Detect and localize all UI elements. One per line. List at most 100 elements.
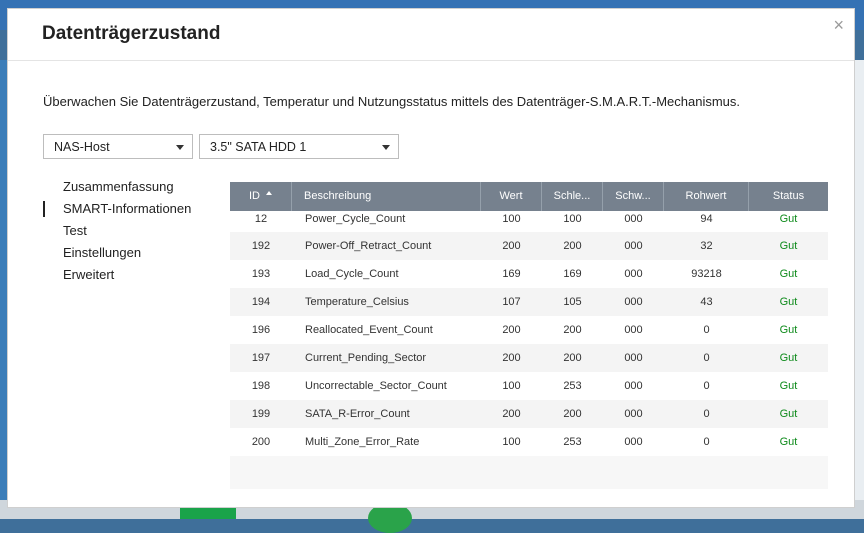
column-header-label: Schw...	[615, 190, 651, 202]
nav-item-test[interactable]: Test	[43, 223, 191, 245]
chevron-down-icon	[382, 145, 390, 150]
disk-select-value: 3.5" SATA HDD 1	[210, 140, 307, 154]
cell-schwelle: 000	[624, 296, 643, 308]
column-header-beschreibung[interactable]: Beschreibung	[292, 182, 481, 211]
column-header-label: Status	[772, 190, 805, 202]
column-header-label: ID	[249, 190, 260, 202]
cell-rohwert: 0	[703, 436, 710, 448]
cell-id: 192	[251, 240, 271, 252]
cell-id: 196	[251, 324, 271, 336]
chevron-down-icon	[176, 145, 184, 150]
cell-beschreibung: SATA_R-Error_Count	[305, 408, 410, 420]
nav-item-zusammenfassung[interactable]: Zusammenfassung	[43, 179, 191, 201]
host-select[interactable]: NAS-Host	[43, 134, 193, 159]
cell-beschreibung: Uncorrectable_Sector_Count	[305, 380, 447, 392]
cell-wert: 200	[502, 408, 521, 420]
smart-table: ID Beschreibung Wert Schle... Schw... Rohwert…	[230, 182, 828, 489]
cell-beschreibung: Power-Off_Retract_Count	[305, 240, 432, 252]
cell-rohwert: 93218	[691, 268, 722, 280]
cell-rohwert: 0	[703, 352, 710, 364]
table-row[interactable]: 196 Reallocated_Event_Count 200 200 000 0 Gut	[230, 316, 828, 344]
cell-wert: 100	[502, 436, 521, 448]
cell-id: 194	[251, 296, 271, 308]
cell-schwelle: 000	[624, 380, 643, 392]
cell-wert: 107	[502, 296, 521, 308]
table-header: ID Beschreibung Wert Schle... Schw... Rohwert…	[230, 182, 828, 211]
cell-status: Gut	[779, 296, 798, 308]
column-header-rohwert[interactable]: Rohwert	[664, 182, 749, 211]
cell-rohwert: 32	[700, 240, 713, 252]
column-header-status[interactable]: Status	[749, 182, 828, 211]
cell-rohwert: 0	[703, 408, 710, 420]
table-row[interactable]: 193 Load_Cycle_Count 169 169 000 93218 Gut	[230, 260, 828, 288]
cell-wert: 200	[502, 324, 521, 336]
cell-wert: 169	[502, 268, 521, 280]
cell-beschreibung: Current_Pending_Sector	[305, 352, 427, 364]
cell-id: 193	[251, 268, 271, 280]
cell-status: Gut	[779, 380, 798, 392]
cell-schwelle: 000	[624, 352, 643, 364]
cell-schwelle-max: 169	[563, 268, 582, 280]
cell-rohwert: 0	[703, 324, 710, 336]
cell-beschreibung: Reallocated_Event_Count	[305, 324, 433, 336]
nav-item-einstellungen[interactable]: Einstellungen	[43, 245, 191, 267]
sort-ascending-icon	[266, 191, 272, 195]
cell-schwelle: 000	[624, 240, 643, 252]
cell-wert: 100	[502, 380, 521, 392]
disk-select[interactable]: 3.5" SATA HDD 1	[199, 134, 399, 159]
cell-rohwert: 43	[700, 296, 713, 308]
cell-status: Gut	[779, 436, 798, 448]
dialog-title-bar: Datenträgerzustand ×	[8, 9, 854, 61]
side-nav: Zusammenfassung SMART-Informationen Test Ei…	[43, 179, 191, 289]
nav-item-erweitert[interactable]: Erweitert	[43, 267, 191, 289]
cell-id: 197	[251, 352, 271, 364]
cell-id: 12	[254, 213, 268, 225]
dialog-title: Datenträgerzustand	[42, 23, 221, 44]
cell-schwelle-max: 105	[563, 296, 582, 308]
cell-status: Gut	[779, 352, 798, 364]
background-app-left-edge	[0, 60, 7, 500]
cell-schwelle-max: 253	[563, 380, 582, 392]
cell-schwelle: 000	[624, 213, 643, 225]
column-header-schwelle-max[interactable]: Schle...	[542, 182, 603, 211]
table-row[interactable]: 194 Temperature_Celsius 107 105 000 43 Gut	[230, 288, 828, 316]
cell-status: Gut	[779, 213, 798, 225]
table-row[interactable]: 192 Power-Off_Retract_Count 200 200 000 32 Gut	[230, 232, 828, 260]
cell-status: Gut	[779, 268, 798, 280]
disk-health-dialog: Datenträgerzustand × Überwachen Sie Date…	[7, 8, 855, 508]
cell-wert: 200	[502, 352, 521, 364]
table-row[interactable]: 200 Multi_Zone_Error_Rate 100 253 000 0 Gut	[230, 428, 828, 456]
cell-schwelle: 000	[624, 268, 643, 280]
cell-schwelle: 000	[624, 408, 643, 420]
column-header-wert[interactable]: Wert	[481, 182, 542, 211]
column-header-label: Schle...	[553, 190, 591, 202]
host-select-value: NAS-Host	[54, 140, 110, 154]
cell-schwelle-max: 200	[563, 408, 582, 420]
cell-schwelle-max: 200	[563, 240, 582, 252]
background-app-indicator	[180, 507, 236, 519]
cell-id: 200	[251, 436, 271, 448]
cell-id: 198	[251, 380, 271, 392]
cell-id: 199	[251, 408, 271, 420]
cell-beschreibung: Load_Cycle_Count	[305, 268, 399, 280]
cell-status: Gut	[779, 324, 798, 336]
column-header-schwelle[interactable]: Schw...	[603, 182, 664, 211]
table-row[interactable]: 12 Power_Cycle_Count 100 100 000 94 Gut	[230, 211, 828, 232]
table-row[interactable]: 197 Current_Pending_Sector 200 200 000 0 Gut	[230, 344, 828, 372]
dialog-description: Überwachen Sie Datenträgerzustand, Tempe…	[43, 94, 741, 109]
column-header-id[interactable]: ID	[230, 182, 292, 211]
table-row[interactable]: 198 Uncorrectable_Sector_Count 100 253 000 0 G…	[230, 372, 828, 400]
cell-beschreibung: Multi_Zone_Error_Rate	[305, 436, 420, 448]
column-header-label: Wert	[499, 190, 523, 202]
cell-schwelle: 000	[624, 324, 643, 336]
cell-status: Gut	[779, 408, 798, 420]
column-header-label: Rohwert	[685, 190, 727, 202]
cell-schwelle-max: 200	[563, 324, 582, 336]
cell-schwelle-max: 100	[563, 213, 582, 225]
close-icon[interactable]: ×	[833, 15, 844, 36]
cell-wert: 100	[502, 213, 521, 225]
cell-rohwert: 94	[700, 213, 713, 225]
table-body: 12 Power_Cycle_Count 100 100 000 94 Gut 192 Powe…	[230, 211, 828, 456]
nav-item-smart-informationen[interactable]: SMART-Informationen	[43, 201, 191, 223]
table-row[interactable]: 199 SATA_R-Error_Count 200 200 000 0 Gut	[230, 400, 828, 428]
